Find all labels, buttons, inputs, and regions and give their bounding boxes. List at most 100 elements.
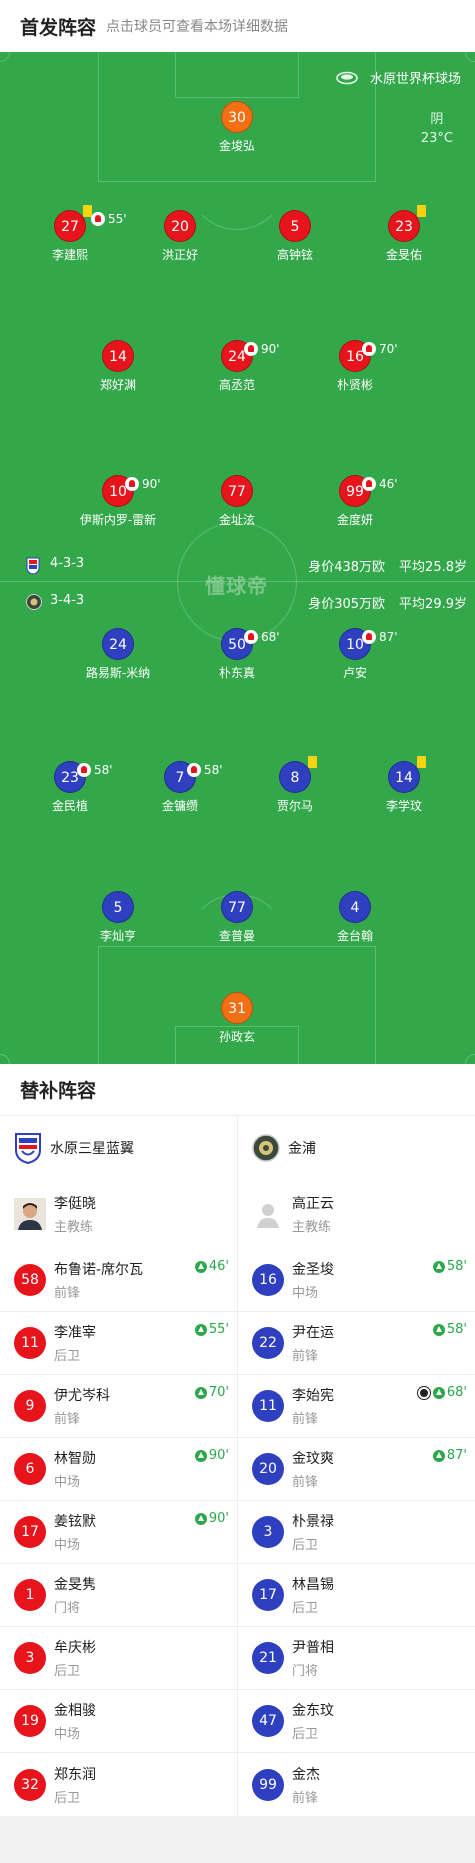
player-position: 后卫 [292, 1601, 319, 1616]
player-away-mid-3[interactable]: 8 贾尔马 [235, 756, 355, 814]
yellow-card-icon [308, 756, 317, 768]
sub-in: 68' [417, 1385, 467, 1400]
player-home-mid-2[interactable]: 24 90' 高丞范 [177, 340, 297, 393]
player-away-def-3[interactable]: 4 金台翰 [295, 891, 415, 944]
subs-title: 替补阵容 [20, 1080, 97, 1102]
player-name: 金镛缵 [161, 799, 198, 813]
sub-in: 87' [432, 1448, 467, 1463]
jersey-number: 20 [164, 210, 196, 242]
player-away-mid-2[interactable]: 7 58' 金镛缵 [120, 761, 240, 814]
player-away-def-1[interactable]: 5 李灿亨 [58, 891, 178, 944]
away-team-logo [26, 594, 42, 610]
jersey-number: 17 [252, 1579, 284, 1611]
player-name: 金民植 [51, 799, 88, 813]
player-away-fwd-3[interactable]: 10 87' 卢安 [295, 628, 415, 681]
player-home-fwd-1[interactable]: 10 90' 伊斯内罗-雷新 [58, 475, 178, 528]
player-away-gk[interactable]: 31 孙政玄 [177, 992, 297, 1045]
player-home-def-4[interactable]: 23 金旻佑 [344, 205, 464, 263]
sub-out: 90' [244, 333, 280, 365]
home-formation: 4-3-3 [50, 556, 85, 571]
sub-out-icon [362, 342, 376, 356]
player-home-mid-1[interactable]: 14 郑好渊 [58, 340, 178, 393]
jersey-number: 47 [252, 1705, 284, 1737]
sub-player-row[interactable]: 20 金玟爽 前锋 87' [238, 1438, 475, 1501]
sub-player-row[interactable]: 58 布鲁诺-席尔瓦 前锋 46' [0, 1249, 237, 1312]
jersey-number: 22 [252, 1327, 284, 1359]
sub-player-row[interactable]: 11 李准宰 后卫 55' [0, 1312, 237, 1375]
player-name: 郑好渊 [99, 378, 136, 392]
jersey-number: 27 [61, 219, 79, 235]
sub-player-row[interactable]: 9 伊尤岑科 前锋 70' [0, 1375, 237, 1438]
player-position: 前锋 [292, 1412, 319, 1427]
player-home-mid-3[interactable]: 16 70' 朴贤彬 [295, 340, 415, 393]
sub-player-row[interactable]: 3 朴景禄 后卫 [238, 1501, 475, 1564]
home-avg-age: 平均25.8岁 [399, 560, 467, 575]
player-home-gk[interactable]: 30 金埈弘 [177, 101, 297, 154]
player-name: 卢安 [342, 666, 367, 680]
jersey-number: 5 [102, 891, 134, 923]
page-title: 首发阵容 [20, 16, 97, 39]
sub-in-icon [432, 1260, 445, 1273]
sub-player-row[interactable]: 17 姜铉默 中场 90' [0, 1501, 237, 1564]
page-subtitle: 点击球员可查看本场详细数据 [106, 19, 289, 35]
player-home-def-1[interactable]: 27 55' 李建熙 [10, 205, 130, 263]
player-position: 后卫 [54, 1349, 81, 1364]
sub-player-row[interactable]: 32 郑东润 后卫 [0, 1753, 237, 1816]
player-name: 贾尔马 [276, 799, 313, 813]
sub-out: 87' [362, 621, 398, 653]
player-name: 朴东真 [218, 666, 255, 680]
jersey-number: 30 [221, 101, 253, 133]
jersey-number: 6 [14, 1453, 46, 1485]
header: 首发阵容 点击球员可查看本场详细数据 [0, 0, 475, 52]
sub-player-row[interactable]: 17 林昌锡 后卫 [238, 1564, 475, 1627]
sub-player-row[interactable]: 21 尹普相 门将 [238, 1627, 475, 1690]
sub-player-row[interactable]: 16 金圣埈 中场 58' [238, 1249, 475, 1312]
player-home-def-2[interactable]: 20 洪正好 [120, 210, 240, 263]
player-name: 姜铉默 [54, 1514, 96, 1530]
player-name: 孙政玄 [218, 1030, 255, 1044]
player-home-fwd-3[interactable]: 99 46' 金度妍 [295, 475, 415, 528]
sub-player-row[interactable]: 11 李始宪 前锋 68' [238, 1375, 475, 1438]
home-coach-row[interactable]: 李侹晓 主教练 [0, 1179, 237, 1249]
sub-in-icon [194, 1386, 207, 1399]
player-home-def-3[interactable]: 5 高钟铉 [235, 210, 355, 263]
player-away-fwd-1[interactable]: 24 路易斯-米纳 [58, 628, 178, 681]
sub-in: 70' [194, 1385, 229, 1400]
jersey-number: 17 [14, 1516, 46, 1548]
player-position: 中场 [54, 1727, 81, 1742]
player-name: 尹普相 [292, 1640, 334, 1656]
player-name: 尹在运 [292, 1325, 334, 1341]
player-name: 郑东润 [54, 1766, 96, 1783]
sub-player-row[interactable]: 1 金旻隽 门将 [0, 1564, 237, 1627]
jersey-number: 16 [252, 1264, 284, 1296]
jersey-number: 5 [279, 210, 311, 242]
sub-player-row[interactable]: 47 金东玟 后卫 [238, 1690, 475, 1753]
sub-player-row[interactable]: 19 金相骏 中场 [0, 1690, 237, 1753]
sub-in: 90' [194, 1448, 229, 1463]
player-name: 朴景禄 [292, 1514, 334, 1530]
sub-in-icon [194, 1323, 207, 1336]
sub-player-row[interactable]: 99 金杰 前锋 [238, 1753, 475, 1816]
player-name: 金杰 [292, 1766, 320, 1783]
away-team-row[interactable]: 金浦 [238, 1116, 475, 1179]
sub-player-row[interactable]: 6 林智勋 中场 90' [0, 1438, 237, 1501]
player-away-def-2[interactable]: 77 查普曼 [177, 891, 297, 944]
sub-out-icon [362, 477, 376, 491]
coach-avatar [14, 1198, 46, 1230]
player-away-fwd-2[interactable]: 50 68' 朴东真 [177, 628, 297, 681]
sub-in-icon [432, 1449, 445, 1462]
player-position: 前锋 [54, 1412, 81, 1427]
sub-player-row[interactable]: 3 牟庆彬 后卫 [0, 1627, 237, 1690]
away-team-logo [252, 1133, 280, 1162]
sub-player-row[interactable]: 22 尹在运 前锋 58' [238, 1312, 475, 1375]
home-team-row[interactable]: 水原三星蓝翼 [0, 1116, 237, 1179]
stadium-icon [336, 71, 358, 84]
away-coach-row[interactable]: 高正云 主教练 [238, 1179, 475, 1249]
player-away-mid-4[interactable]: 14 李学玟 [344, 756, 464, 814]
coach-role: 主教练 [54, 1220, 94, 1235]
home-team-name: 水原三星蓝翼 [50, 1140, 134, 1157]
player-home-fwd-2[interactable]: 77 金址泫 [177, 475, 297, 528]
player-away-mid-1[interactable]: 23 58' 金民植 [10, 761, 130, 814]
sub-in: 46' [194, 1259, 229, 1274]
player-position: 中场 [292, 1286, 319, 1301]
